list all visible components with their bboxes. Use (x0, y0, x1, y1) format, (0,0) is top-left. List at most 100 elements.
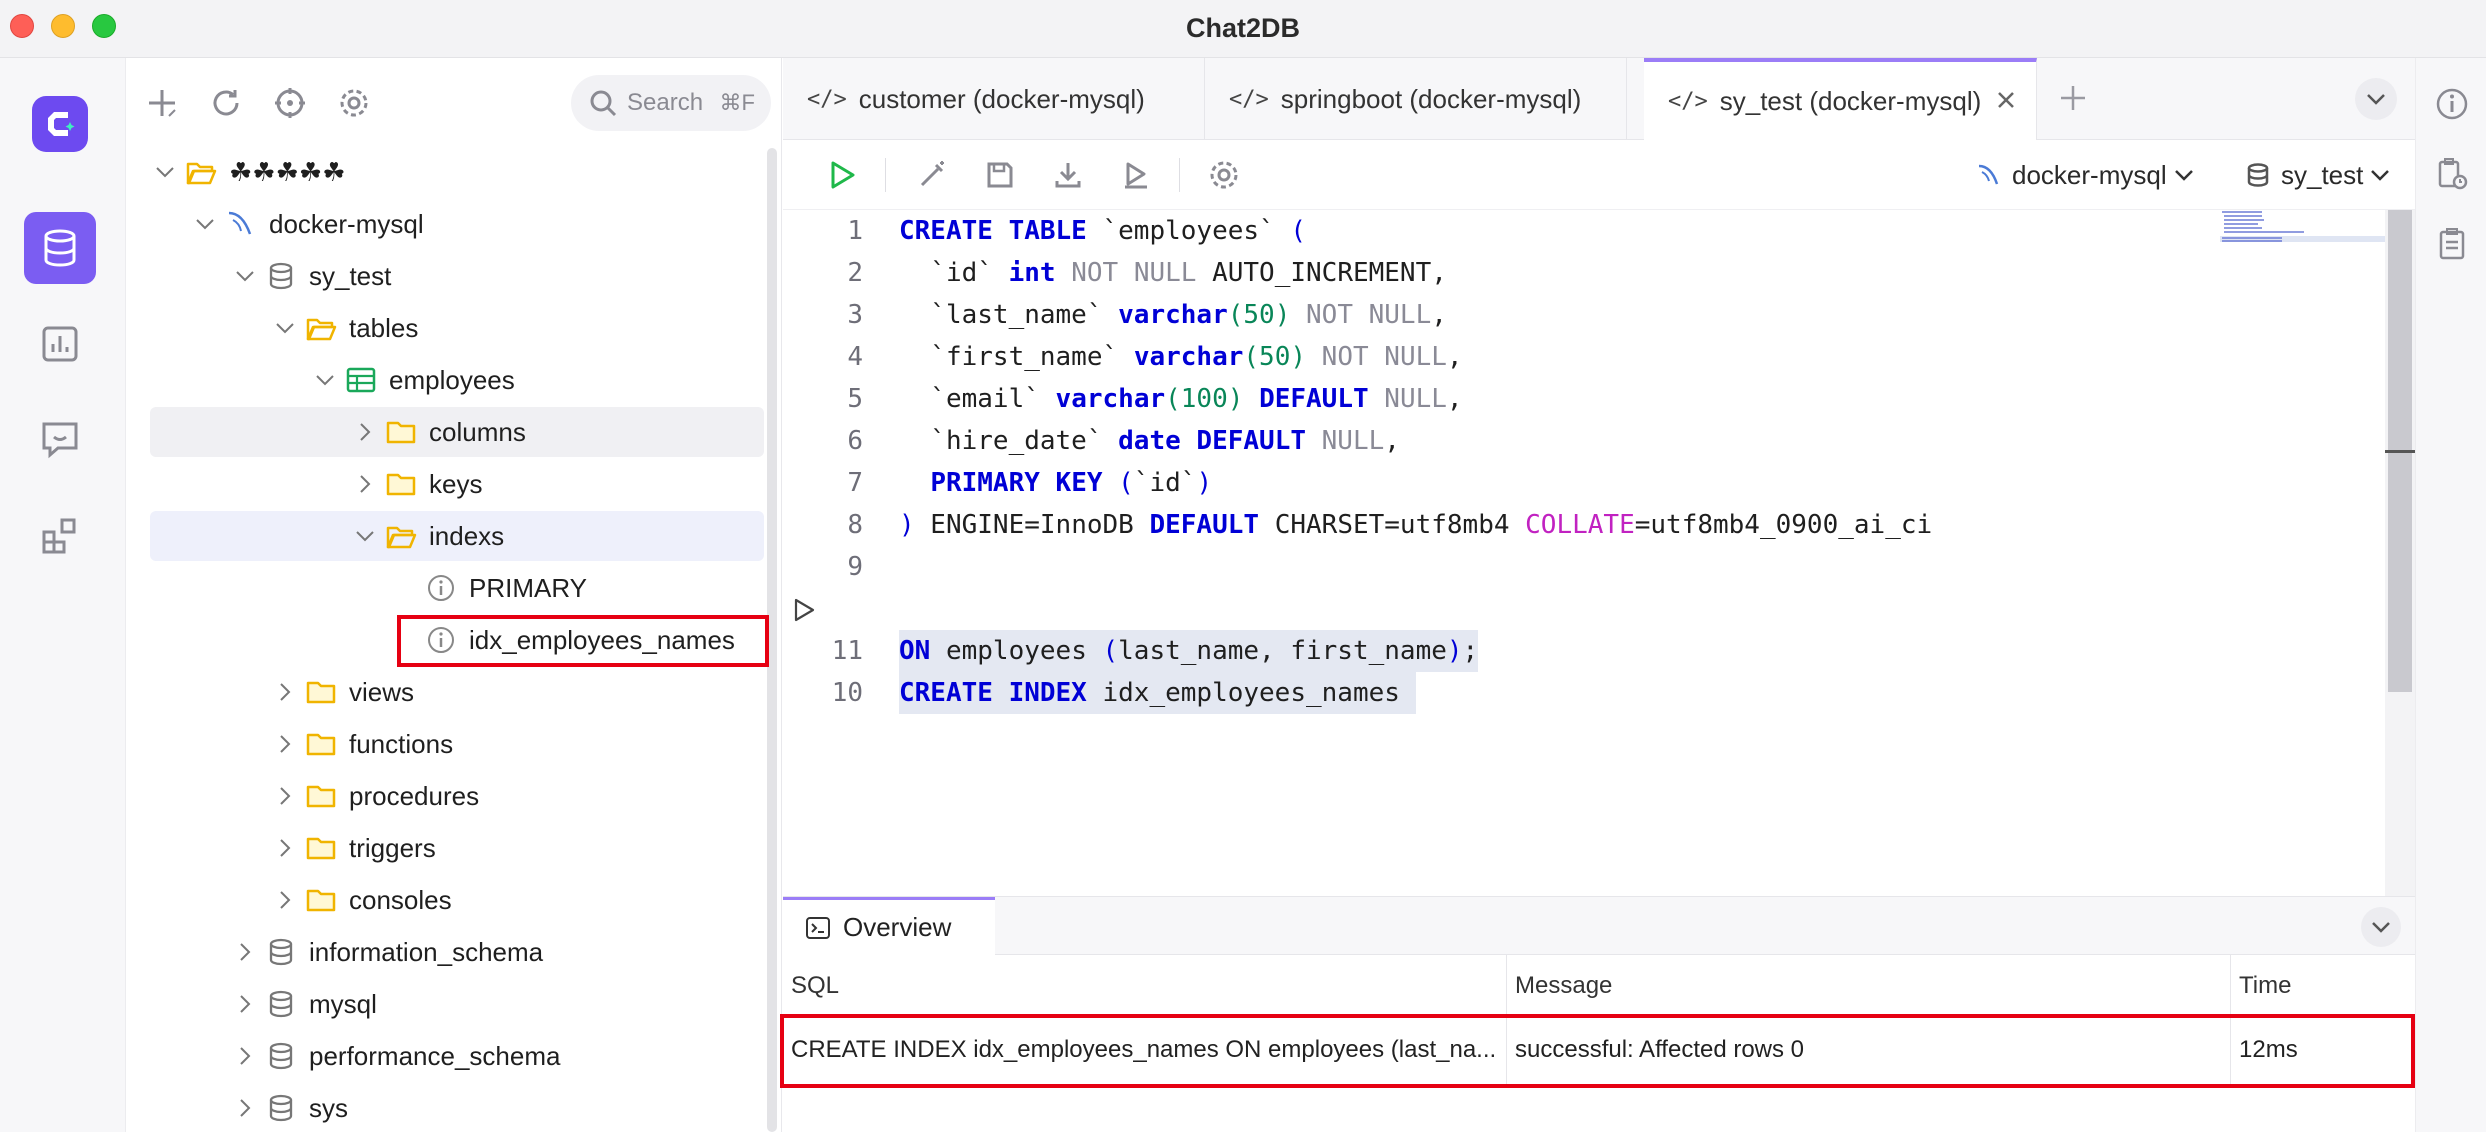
code-line: 10 CREATE INDEX idx_employees_names (783, 588, 2383, 714)
history-button[interactable] (2434, 156, 2470, 192)
tree-node-employees[interactable]: employees (127, 354, 767, 406)
tree-node-sys[interactable]: sys (127, 1082, 767, 1134)
tab-overview[interactable]: Overview (783, 897, 995, 955)
chevron-right-icon (280, 683, 291, 701)
folder-icon (306, 681, 336, 704)
database-icon (2247, 163, 2269, 187)
info-icon (428, 575, 454, 601)
nav-database[interactable] (24, 212, 96, 284)
tree-node-views[interactable]: views (127, 666, 767, 718)
apps-icon (42, 518, 76, 554)
close-tab-icon[interactable] (1994, 88, 2018, 112)
clipboard-list-icon (2439, 228, 2465, 260)
database-selector[interactable]: sy_test (2245, 154, 2391, 196)
refresh-icon (213, 90, 239, 116)
tree-node-mysql[interactable]: mysql (127, 978, 767, 1030)
info-button[interactable] (2434, 86, 2470, 122)
run-statement-icon[interactable] (791, 597, 817, 623)
tree-node-functions[interactable]: functions (127, 718, 767, 770)
tree-node-sy-test[interactable]: sy_test (127, 250, 767, 302)
tree-node-tables[interactable]: tables (127, 302, 767, 354)
folder-open-icon (306, 318, 337, 341)
sidebar-settings-button[interactable] (333, 82, 375, 124)
export-button[interactable] (1047, 154, 1089, 196)
chevron-down-icon (316, 375, 334, 386)
plus-icon (149, 90, 176, 117)
code-line: 11 ON employees (last_name, first_name); (783, 630, 2383, 672)
new-tab-button[interactable] (2053, 78, 2093, 118)
column-header-sql[interactable]: SQL (783, 955, 1507, 1015)
chat2db-logo-icon (32, 96, 88, 152)
editor-settings-button[interactable] (1203, 154, 1245, 196)
tree-node-consoles[interactable]: consoles (127, 874, 767, 926)
editor-scrollbar[interactable] (2385, 210, 2415, 896)
code-line: 4 `first_name` varchar(50) NOT NULL, (847, 342, 1463, 372)
code-line: 7 PRIMARY KEY (`id`) (847, 468, 1213, 498)
tab-springboot[interactable]: </> springboot (docker-mysql) (1205, 58, 1627, 140)
editor-toolbar: docker-mysql sy_test (783, 140, 2415, 210)
save-button[interactable] (979, 154, 1021, 196)
folder-icon (386, 421, 416, 444)
add-connection-button[interactable] (141, 82, 183, 124)
nav-dashboard[interactable] (24, 308, 96, 380)
tab-sy-test[interactable]: </> sy_test (docker-mysql) (1644, 58, 2037, 140)
tree-node-keys[interactable]: keys (127, 458, 767, 510)
code-line: 1 CREATE TABLE `employees` ( (847, 216, 1306, 246)
folder-icon (306, 837, 336, 860)
chevron-down-icon (156, 167, 174, 178)
column-header-message[interactable]: Message (1507, 955, 2231, 1015)
sidebar: Search ⌘F ☘☘☘☘☘ docker-mysql sy_test tables… (127, 58, 782, 1132)
save-icon (987, 162, 1013, 188)
app-logo[interactable] (24, 88, 96, 160)
search-input[interactable]: Search ⌘F (571, 75, 771, 131)
folder-icon (306, 733, 336, 756)
tree-node-columns[interactable]: columns (127, 406, 767, 458)
locate-button[interactable] (269, 82, 311, 124)
title-bar: Chat2DB (0, 0, 2486, 58)
tree-node-label: columns (429, 416, 526, 447)
saved-queries-button[interactable] (2434, 226, 2470, 262)
tree-node-primary[interactable]: PRIMARY (127, 562, 767, 614)
chevron-right-icon (240, 1099, 251, 1117)
database-icon (269, 990, 293, 1018)
tree-node-performance-schema[interactable]: performance_schema (127, 1030, 767, 1082)
connection-selector[interactable]: docker-mysql (1976, 154, 2195, 196)
mysql-dolphin-icon (228, 211, 252, 235)
chevron-down-icon (236, 271, 254, 282)
tree-node-label: docker-mysql (269, 208, 424, 239)
tabs-dropdown-button[interactable] (2355, 78, 2397, 120)
chevron-down-icon (2372, 922, 2390, 933)
plus-icon (2061, 86, 2085, 110)
tab-customer[interactable]: </> customer (docker-mysql) (783, 58, 1205, 140)
tree-node-docker-mysql[interactable]: docker-mysql (127, 198, 767, 250)
refresh-button[interactable] (205, 82, 247, 124)
highlight-result-row (780, 1014, 2415, 1088)
run-button[interactable] (821, 154, 863, 196)
tree-node-label: indexs (429, 520, 505, 551)
sql-editor[interactable]: 1 CREATE TABLE `employees` ( 2 `id` int N… (783, 210, 2389, 896)
editor-tabs: </> customer (docker-mysql) </> springbo… (783, 58, 2415, 140)
tree-node-indexs[interactable]: indexs (127, 510, 767, 562)
nav-plugins[interactable] (24, 500, 96, 572)
explain-button[interactable] (1115, 154, 1157, 196)
download-icon (1055, 163, 1081, 188)
chevron-right-icon (360, 475, 371, 493)
tree-node-information-schema[interactable]: information_schema (127, 926, 767, 978)
tree-node-label: mysql (309, 988, 377, 1019)
chevron-right-icon (280, 735, 291, 753)
window-title: Chat2DB (1185, 13, 1300, 43)
tree-node-procedures[interactable]: procedures (127, 770, 767, 822)
collapse-results-button[interactable] (2361, 907, 2401, 947)
format-button[interactable] (911, 154, 953, 196)
tree-node-label: performance_schema (309, 1040, 561, 1071)
tree-node-root[interactable]: ☘☘☘☘☘ (127, 146, 767, 198)
chevron-right-icon (240, 1047, 251, 1065)
chevron-right-icon (280, 839, 291, 857)
column-header-time[interactable]: Time (2231, 955, 2415, 1015)
folder-icon (306, 889, 336, 912)
magic-wand-icon (920, 161, 944, 187)
connection-name: docker-mysql (2012, 159, 2167, 190)
nav-chat[interactable] (24, 404, 96, 476)
tree-node-triggers[interactable]: triggers (127, 822, 767, 874)
clipboard-clock-icon (2438, 158, 2468, 190)
